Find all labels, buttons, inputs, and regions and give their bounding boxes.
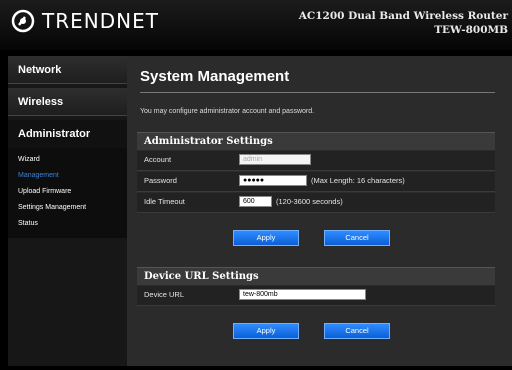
idle-timeout-row: Idle Timeout 600 (120-3600 seconds) — [137, 193, 495, 213]
submenu-status[interactable]: Status — [18, 220, 38, 227]
page-description: You may configure administrator account … — [140, 108, 315, 115]
idle-timeout-hint: (120-3600 seconds) — [276, 197, 343, 206]
password-row: Password ●●●●● (Max Length: 16 character… — [137, 172, 495, 192]
device-url-row: Device URL tew-800mb — [137, 286, 495, 306]
idle-timeout-field[interactable]: 600 — [239, 196, 272, 207]
submenu-settings-management[interactable]: Settings Management — [18, 204, 86, 211]
main-content: System Management You may configure admi… — [127, 56, 512, 366]
model-number: TEW-800MB — [434, 24, 508, 36]
admin-apply-button[interactable]: Apply — [233, 230, 299, 246]
product-title: AC1200 Dual Band Wireless Router — [298, 10, 508, 22]
admin-cancel-button[interactable]: Cancel — [324, 230, 390, 246]
brand-name: TRENDNET — [42, 9, 159, 33]
sidebar-item-network[interactable]: Network — [8, 56, 127, 84]
account-row: Account admin — [137, 151, 495, 171]
password-field[interactable]: ●●●●● — [239, 175, 307, 186]
password-label: Password — [144, 176, 177, 185]
sidebar-item-wireless[interactable]: Wireless — [8, 88, 127, 116]
page-title: System Management — [140, 68, 290, 85]
trendnet-logo-icon — [11, 9, 35, 33]
submenu-upload-firmware[interactable]: Upload Firmware — [18, 188, 71, 195]
url-cancel-button[interactable]: Cancel — [324, 323, 390, 339]
sidebar: Network Wireless Administrator Wizard Ma… — [8, 56, 135, 366]
sidebar-item-administrator[interactable]: Administrator — [8, 120, 127, 148]
account-label: Account — [144, 155, 172, 164]
idle-timeout-label: Idle Timeout — [144, 197, 185, 206]
account-field[interactable]: admin — [239, 154, 311, 165]
title-divider — [140, 92, 495, 93]
submenu-wizard[interactable]: Wizard — [18, 156, 40, 163]
admin-settings-heading: Administrator Settings — [137, 132, 495, 150]
password-hint: (Max Length: 16 characters) — [311, 176, 405, 185]
device-url-label: Device URL — [144, 290, 185, 299]
device-url-field[interactable]: tew-800mb — [239, 289, 366, 300]
header-bar: TRENDNET AC1200 Dual Band Wireless Route… — [0, 0, 512, 50]
administrator-submenu: Wizard Management Upload Firmware Settin… — [8, 148, 127, 238]
submenu-management[interactable]: Management — [18, 172, 59, 179]
trendnet-logo: TRENDNET — [11, 9, 159, 33]
url-apply-button[interactable]: Apply — [233, 323, 299, 339]
device-url-heading: Device URL Settings — [137, 267, 495, 285]
